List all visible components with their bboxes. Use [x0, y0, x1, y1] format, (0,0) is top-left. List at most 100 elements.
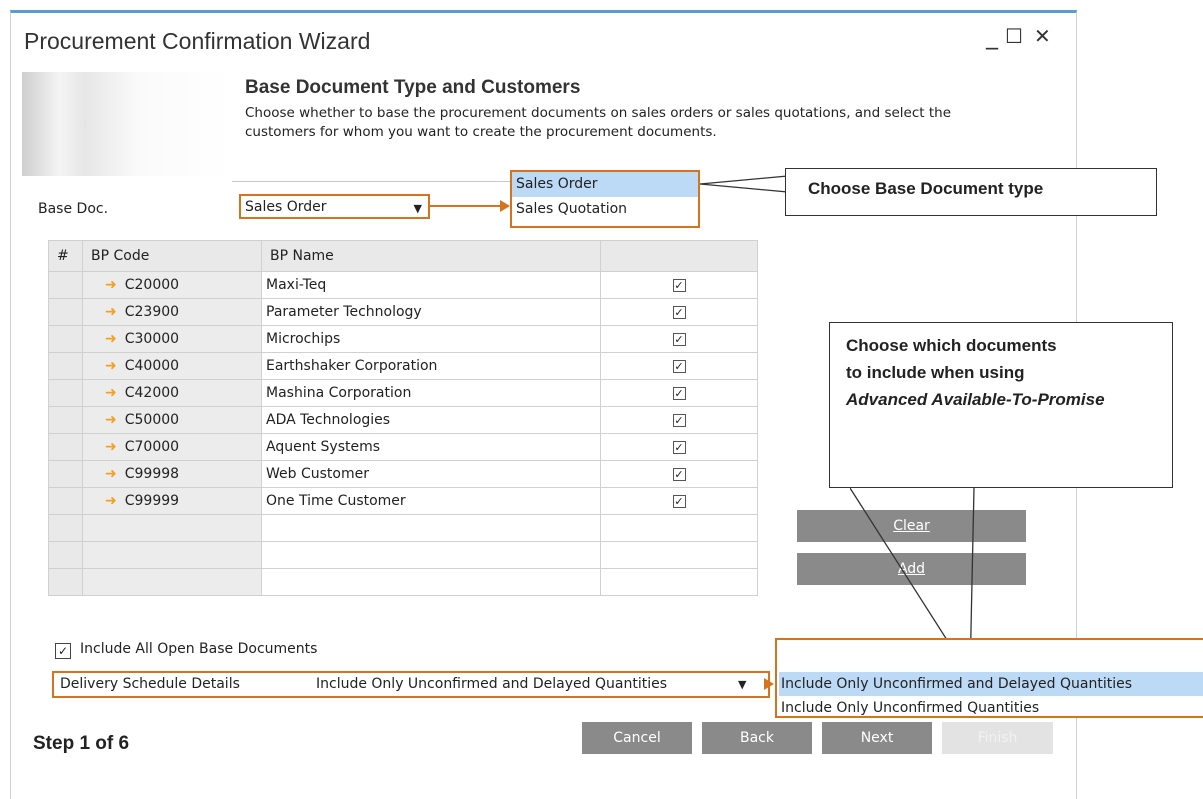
- bp-code: C30000: [124, 331, 180, 347]
- dropdown-arrow-icon[interactable]: ▼: [414, 202, 422, 215]
- empty-cell: [261, 514, 601, 542]
- row-number: [48, 406, 83, 434]
- bp-code: C50000: [124, 412, 180, 428]
- bp-code-cell: ➜ C99998: [82, 460, 262, 488]
- row-number: [48, 541, 83, 569]
- link-arrow-icon[interactable]: ➜: [105, 466, 117, 482]
- row-select-checkbox[interactable]: ✓: [672, 306, 686, 319]
- base-doc-value: Sales Order: [245, 199, 327, 215]
- bp-code: C99998: [124, 466, 180, 482]
- link-arrow-icon[interactable]: ➜: [105, 331, 117, 347]
- link-arrow-icon[interactable]: ➜: [105, 304, 117, 320]
- base-doc-label: Base Doc.: [38, 201, 109, 217]
- close-button[interactable]: ✕: [1034, 24, 1051, 48]
- empty-cell: [600, 541, 758, 569]
- bp-name-cell: Web Customer: [261, 460, 601, 488]
- row-number: [48, 352, 83, 380]
- bp-name-cell: Microchips: [261, 325, 601, 353]
- table-row[interactable]: [48, 514, 758, 542]
- link-arrow-icon[interactable]: ➜: [105, 439, 117, 455]
- empty-cell: [82, 568, 262, 596]
- callout-advanced-atp: Choose which documents to include when u…: [829, 322, 1173, 488]
- header-banner: [22, 72, 232, 176]
- bp-code: C20000: [124, 277, 180, 293]
- bp-name-cell: One Time Customer: [261, 487, 601, 515]
- callout-base-doc-type: Choose Base Document type: [785, 168, 1157, 216]
- separator: [232, 181, 520, 182]
- row-select-checkbox[interactable]: ✓: [672, 279, 686, 292]
- row-select-checkbox[interactable]: ✓: [672, 495, 686, 508]
- callout-line-1: Choose which documents: [846, 336, 1057, 355]
- next-button[interactable]: Next: [822, 722, 932, 754]
- bp-code: C42000: [124, 385, 180, 401]
- table-row[interactable]: ➜ C30000 Microchips ✓: [48, 325, 758, 353]
- table-row[interactable]: ➜ C70000 Aquent Systems ✓: [48, 433, 758, 461]
- column-header-select: [600, 240, 758, 272]
- table-row[interactable]: [48, 568, 758, 596]
- empty-cell: [82, 514, 262, 542]
- bp-code-cell: ➜ C42000: [82, 379, 262, 407]
- window-title: Procurement Confirmation Wizard: [24, 28, 371, 54]
- maximize-button[interactable]: ☐: [1005, 24, 1023, 48]
- bp-code-cell: ➜ C70000: [82, 433, 262, 461]
- bp-code-cell: ➜ C50000: [82, 406, 262, 434]
- table-row[interactable]: [48, 541, 758, 569]
- table-row[interactable]: ➜ C40000 Earthshaker Corporation ✓: [48, 352, 758, 380]
- finish-button[interactable]: Finish: [942, 722, 1053, 754]
- bp-code-cell: ➜ C40000: [82, 352, 262, 380]
- delivery-schedule-select[interactable]: Include Only Unconfirmed and Delayed Qua…: [316, 676, 667, 692]
- bp-name-cell: ADA Technologies: [261, 406, 601, 434]
- base-doc-select[interactable]: Sales Order ▼: [239, 194, 430, 219]
- link-arrow-icon[interactable]: ➜: [105, 277, 117, 293]
- include-all-checkbox[interactable]: ✓: [55, 643, 71, 659]
- option-unconfirmed-only[interactable]: Include Only Unconfirmed Quantities: [779, 696, 1203, 720]
- table-header-row: # BP Code BP Name: [48, 240, 758, 272]
- cancel-button[interactable]: Cancel: [582, 722, 692, 754]
- table-row[interactable]: ➜ C23900 Parameter Technology ✓: [48, 298, 758, 326]
- row-select-checkbox[interactable]: ✓: [672, 333, 686, 346]
- bp-code: C23900: [124, 304, 180, 320]
- option-sales-quotation[interactable]: Sales Quotation: [512, 197, 698, 222]
- bp-name-cell: Earthshaker Corporation: [261, 352, 601, 380]
- link-arrow-icon[interactable]: ➜: [105, 385, 117, 401]
- row-select-checkbox[interactable]: ✓: [672, 468, 686, 481]
- connector-arrow-icon: [764, 678, 774, 690]
- table-row[interactable]: ➜ C99999 One Time Customer ✓: [48, 487, 758, 515]
- row-select-checkbox[interactable]: ✓: [672, 387, 686, 400]
- bp-code-cell: ➜ C20000: [82, 271, 262, 299]
- table-row[interactable]: ➜ C42000 Mashina Corporation ✓: [48, 379, 758, 407]
- table-row[interactable]: ➜ C20000 Maxi-Teq ✓: [48, 271, 758, 299]
- dropdown-arrow-icon[interactable]: ▼: [738, 678, 746, 691]
- bp-code-cell: ➜ C99999: [82, 487, 262, 515]
- callout-line-2: to include when using: [846, 363, 1025, 382]
- table-row[interactable]: ➜ C50000 ADA Technologies ✓: [48, 406, 758, 434]
- empty-cell: [261, 568, 601, 596]
- bp-code-cell: ➜ C30000: [82, 325, 262, 353]
- bp-code-cell: ➜ C23900: [82, 298, 262, 326]
- delivery-schedule-label: Delivery Schedule Details: [60, 676, 240, 692]
- empty-cell: [600, 568, 758, 596]
- column-header-bp-name[interactable]: BP Name: [261, 240, 601, 272]
- link-arrow-icon[interactable]: ➜: [105, 358, 117, 374]
- row-number: [48, 271, 83, 299]
- back-button[interactable]: Back: [702, 722, 812, 754]
- row-select-checkbox[interactable]: ✓: [672, 360, 686, 373]
- bp-name-cell: Maxi-Teq: [261, 271, 601, 299]
- link-arrow-icon[interactable]: ➜: [105, 493, 117, 509]
- column-header-bp-code[interactable]: BP Code: [82, 240, 262, 272]
- row-number: [48, 487, 83, 515]
- minimize-button[interactable]: _: [986, 22, 998, 50]
- bp-name-cell: Aquent Systems: [261, 433, 601, 461]
- table-row[interactable]: ➜ C99998 Web Customer ✓: [48, 460, 758, 488]
- option-sales-order[interactable]: Sales Order: [512, 172, 698, 197]
- row-number: [48, 568, 83, 596]
- bp-code: C40000: [124, 358, 180, 374]
- bp-code: C99999: [124, 493, 180, 509]
- row-select-checkbox[interactable]: ✓: [672, 441, 686, 454]
- bp-name-cell: Mashina Corporation: [261, 379, 601, 407]
- row-select-checkbox[interactable]: ✓: [672, 414, 686, 427]
- option-unconfirmed-delayed[interactable]: Include Only Unconfirmed and Delayed Qua…: [779, 672, 1203, 696]
- link-arrow-icon[interactable]: ➜: [105, 412, 117, 428]
- row-number: [48, 379, 83, 407]
- step-description: Choose whether to base the procurement d…: [245, 105, 952, 140]
